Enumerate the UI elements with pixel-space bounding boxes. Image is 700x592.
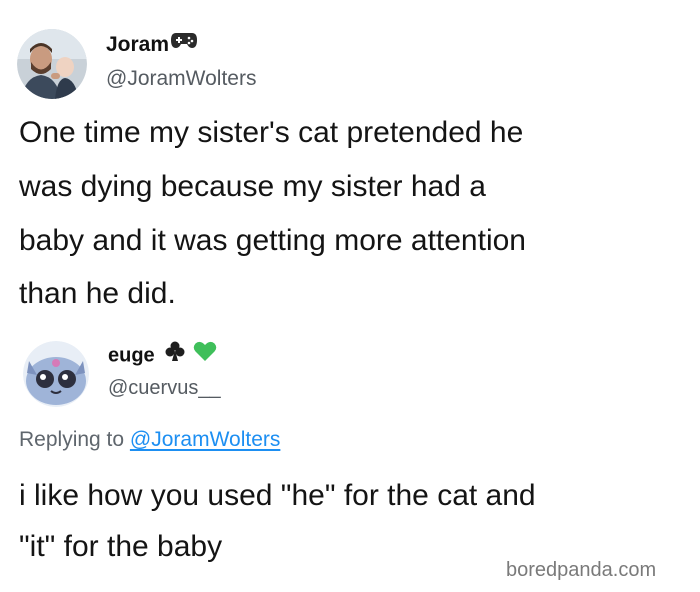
- reply-author-name-text: euge: [108, 344, 155, 367]
- reply-text-line-2: "it" for the baby: [19, 530, 223, 563]
- replying-to: Replying to @JoramWolters: [19, 428, 280, 452]
- author-name-text: Joram: [106, 33, 170, 56]
- club-suit-icon: [164, 340, 186, 368]
- author-handle[interactable]: @JoramWolters: [106, 67, 256, 91]
- avatar[interactable]: [23, 341, 89, 407]
- avatar[interactable]: [17, 29, 87, 99]
- game-controller-icon: [170, 30, 198, 56]
- avatar-photo-icon: [17, 29, 87, 99]
- replying-to-handle-link[interactable]: @JoramWolters: [130, 428, 280, 451]
- tweet-text-line-4: than he did.: [19, 277, 176, 310]
- avatar-cartoon-icon: [23, 341, 89, 407]
- reply-author-name[interactable]: euge: [108, 341, 217, 368]
- reply-author-handle[interactable]: @cuervus__: [108, 377, 221, 400]
- tweet-text-line-2: was dying because my sister had a: [19, 170, 486, 203]
- watermark: boredpanda.com: [506, 559, 657, 581]
- tweet-text-line-3: baby and it was getting more attention: [19, 224, 526, 257]
- author-name[interactable]: Joram: [106, 33, 198, 57]
- replying-to-label: Replying to: [19, 428, 125, 451]
- reply-tweet: euge @cuervus__ Replying to @JoramWolter…: [0, 320, 700, 592]
- original-tweet: Joram @JoramWolters One time my sister's…: [0, 0, 700, 320]
- reply-text-line-1: i like how you used "he" for the cat and: [19, 479, 536, 512]
- tweet-text-line-1: One time my sister's cat pretended he: [19, 116, 524, 149]
- green-heart-icon: [193, 340, 217, 368]
